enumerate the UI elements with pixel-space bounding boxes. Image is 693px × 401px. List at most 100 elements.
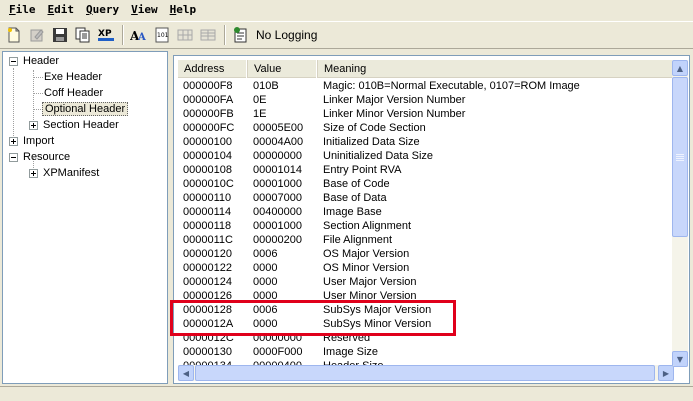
expand-icon[interactable] (9, 136, 18, 146)
tree-item-resource[interactable]: Resource (9, 149, 70, 165)
table-row[interactable]: 00000118 00001000 Section Alignment (178, 219, 680, 233)
font-button[interactable]: AA (128, 24, 150, 46)
arrow-down-icon: ▼ (676, 354, 684, 364)
address-cell: 00000124 (183, 276, 232, 288)
table-row[interactable]: 00000120 0006 OS Major Version (178, 247, 680, 261)
save-icon (53, 28, 67, 42)
table-row[interactable]: 0000011C 00000200 File Alignment (178, 233, 680, 247)
horizontal-scrollbar[interactable]: ◀ ▶ (178, 365, 674, 381)
meaning-cell: Base of Data (323, 192, 387, 204)
status-bar (0, 386, 693, 401)
expand-icon[interactable] (29, 168, 38, 178)
table-row[interactable]: 00000104 00000000 Uninitialized Data Size (178, 149, 680, 163)
tree-item-coff-header[interactable]: Coff Header (44, 85, 103, 101)
arrow-up-icon: ▲ (676, 63, 684, 73)
menu-bar: File Edit Query View Help (0, 0, 693, 20)
tree-item-xpmanifest[interactable]: XPManifest (29, 165, 99, 181)
address-cell: 000000FA (183, 94, 234, 106)
tree-connector (33, 77, 43, 78)
save-button[interactable] (49, 24, 71, 46)
meaning-cell: Section Alignment (323, 220, 412, 232)
table-row[interactable]: 000000FC 00005E00 Size of Code Section (178, 121, 680, 135)
address-cell: 00000110 (183, 192, 232, 204)
address-cell: 0000010C (183, 178, 234, 190)
tree-item-label: Header (23, 55, 60, 67)
meaning-cell: Size of Code Section (323, 122, 426, 134)
value-cell: 0000 (253, 262, 278, 274)
arrow-right-icon: ▶ (662, 368, 670, 378)
tree-view[interactable]: Header Exe Header Coff Header Optional H… (2, 51, 168, 384)
toolbar-separator (224, 25, 226, 45)
xp-icon: XP (98, 29, 114, 41)
menu-query[interactable]: Query (80, 1, 125, 19)
column-header-meaning[interactable]: Meaning (318, 60, 684, 78)
value-cell: 0000F000 (253, 346, 303, 358)
vertical-scrollbar[interactable]: ▲ ▼ (672, 60, 688, 367)
collapse-icon[interactable] (9, 152, 18, 162)
table-row[interactable]: 00000130 0000F000 Image Size (178, 345, 680, 359)
horizontal-scroll-thumb[interactable] (195, 365, 655, 381)
address-cell: 00000122 (183, 262, 232, 274)
menu-edit[interactable]: Edit (42, 1, 81, 19)
collapse-icon[interactable] (9, 56, 18, 66)
table-row[interactable]: 000000FB 1E Linker Minor Version Number (178, 107, 680, 121)
value-cell: 010B (253, 80, 279, 92)
copy-button[interactable] (72, 24, 94, 46)
svg-text:101: 101 (157, 32, 169, 39)
new-file-button[interactable] (3, 24, 25, 46)
tree-connector (33, 93, 43, 94)
tree-item-optional-header[interactable]: Optional Header (42, 101, 129, 117)
table-row[interactable]: 0000010C 00001000 Base of Code (178, 177, 680, 191)
xp-manifest-button[interactable]: XP (95, 24, 117, 46)
address-cell: 000000F8 (183, 80, 233, 92)
table-row[interactable]: 00000100 00004A00 Initialized Data Size (178, 135, 680, 149)
value-cell: 0000 (253, 276, 278, 288)
scroll-down-button[interactable]: ▼ (672, 351, 688, 367)
meaning-cell: Linker Major Version Number (323, 94, 466, 106)
grid-disabled-icon (177, 29, 193, 41)
table-row[interactable]: 00000114 00400000 Image Base (178, 205, 680, 219)
address-cell: 00000104 (183, 150, 232, 162)
edit-button[interactable] (26, 24, 48, 46)
tree-item-section-header[interactable]: Section Header (29, 117, 119, 133)
tree-item-label: Coff Header (44, 87, 104, 99)
value-cell: 0006 (253, 248, 278, 260)
address-cell: 0000011C (183, 234, 233, 246)
column-header-value[interactable]: Value (248, 60, 318, 78)
hex-view-button[interactable] (174, 24, 196, 46)
value-cell: 0E (253, 94, 267, 106)
column-header-address[interactable]: Address (178, 60, 248, 78)
menu-view[interactable]: View (125, 1, 164, 19)
address-cell: 00000120 (183, 248, 232, 260)
table-row[interactable]: 00000124 0000 User Major Version (178, 275, 680, 289)
table-row[interactable]: 00000110 00007000 Base of Data (178, 191, 680, 205)
tree-item-import[interactable]: Import (9, 133, 54, 149)
scroll-up-button[interactable]: ▲ (672, 60, 688, 76)
scroll-right-button[interactable]: ▶ (658, 365, 674, 381)
vertical-scroll-thumb[interactable] (672, 77, 688, 237)
tree-item-exe-header[interactable]: Exe Header (44, 69, 102, 85)
tree-item-header[interactable]: Header (9, 53, 59, 69)
scroll-left-button[interactable]: ◀ (178, 365, 194, 381)
menu-help[interactable]: Help (164, 1, 203, 19)
table-row[interactable]: 000000F8 010B Magic: 010B=Normal Executabl… (178, 79, 680, 93)
font-aa-icon: AA (130, 29, 146, 43)
table-view-button[interactable] (197, 24, 219, 46)
binary-view-button[interactable]: 101 (151, 24, 173, 46)
expand-icon[interactable] (29, 120, 38, 130)
toolbar-separator (122, 25, 124, 45)
arrow-left-icon: ◀ (182, 368, 190, 378)
table-row[interactable]: 000000FA 0E Linker Major Version Number (178, 93, 680, 107)
table-row[interactable]: 00000108 00001014 Entry Point RVA (178, 163, 680, 177)
meaning-cell: Initialized Data Size (323, 136, 420, 148)
meaning-cell: Entry Point RVA (323, 164, 402, 176)
toolbar: XP AA 101 No Logging (0, 21, 693, 49)
table-row[interactable]: 00000122 0000 OS Minor Version (178, 261, 680, 275)
meaning-cell: User Major Version (323, 276, 417, 288)
menu-file[interactable]: File (3, 1, 42, 19)
binary-file-icon: 101 (155, 27, 169, 43)
logging-button[interactable] (230, 24, 252, 46)
meaning-cell: Image Base (323, 206, 382, 218)
value-cell: 00000200 (253, 234, 302, 246)
tree-item-label: Import (23, 135, 55, 147)
